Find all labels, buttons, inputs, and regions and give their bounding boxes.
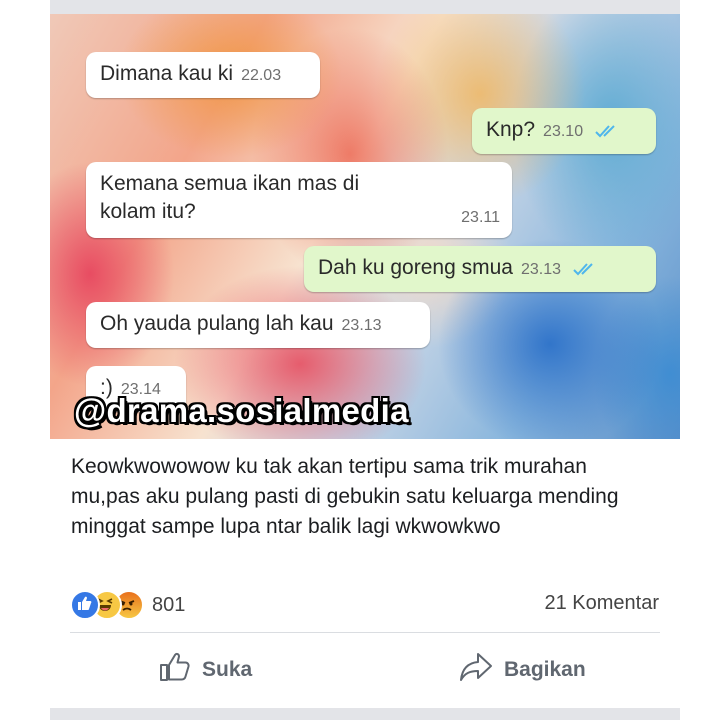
chat-message-outgoing: Dah ku goreng smua 23.13 xyxy=(304,246,656,292)
share-button-label: Bagikan xyxy=(504,658,586,681)
chat-message-incoming: Dimana kau ki 22.03 xyxy=(86,52,320,98)
message-time: 23.13 xyxy=(520,261,561,278)
message-text: Oh yauda pulang lah kau xyxy=(100,312,334,335)
thumbs-up-icon xyxy=(158,650,202,690)
chat-message-outgoing: Knp? 23.10 xyxy=(472,108,656,154)
share-arrow-icon xyxy=(458,650,504,690)
message-text: Kemana semua ikan mas di kolam itu? xyxy=(100,172,360,223)
message-text: Dah ku goreng smua xyxy=(318,256,513,279)
left-margin xyxy=(0,0,50,720)
message-time: 23.10 xyxy=(543,123,584,140)
message-time: 23.11 xyxy=(461,209,500,226)
divider xyxy=(70,632,660,633)
chat-message-incoming: Kemana semua ikan mas di kolam itu? 23.1… xyxy=(86,162,512,238)
top-separator xyxy=(50,0,680,14)
watermark-text: @drama.sosialmedia xyxy=(74,392,409,429)
message-time: 22.03 xyxy=(241,67,282,84)
message-text: Knp? xyxy=(486,118,536,141)
reactions-summary[interactable]: 801 xyxy=(70,590,185,620)
like-reaction-icon xyxy=(70,590,100,620)
chat-message-incoming: Oh yauda pulang lah kau 23.13 xyxy=(86,302,430,348)
chat-screenshot: Dimana kau ki 22.03 Knp? 23.10 Kemana semu… xyxy=(50,14,680,439)
reaction-count: 801 xyxy=(152,593,186,616)
facebook-post: Dimana kau ki 22.03 Knp? 23.10 Kemana semu… xyxy=(50,14,680,708)
message-time: 23.13 xyxy=(341,317,382,334)
double-check-icon xyxy=(595,118,619,146)
post-caption: Keowkwowowow ku tak akan tertipu sama tr… xyxy=(71,455,619,538)
double-check-icon xyxy=(573,256,597,284)
like-button-label: Suka xyxy=(202,658,253,681)
message-text: Dimana kau ki xyxy=(100,62,234,85)
share-button[interactable]: Bagikan xyxy=(458,650,586,690)
like-button[interactable]: Suka xyxy=(158,650,252,690)
bottom-separator xyxy=(50,708,680,720)
comments-count-link[interactable]: 21 Komentar xyxy=(544,592,659,615)
